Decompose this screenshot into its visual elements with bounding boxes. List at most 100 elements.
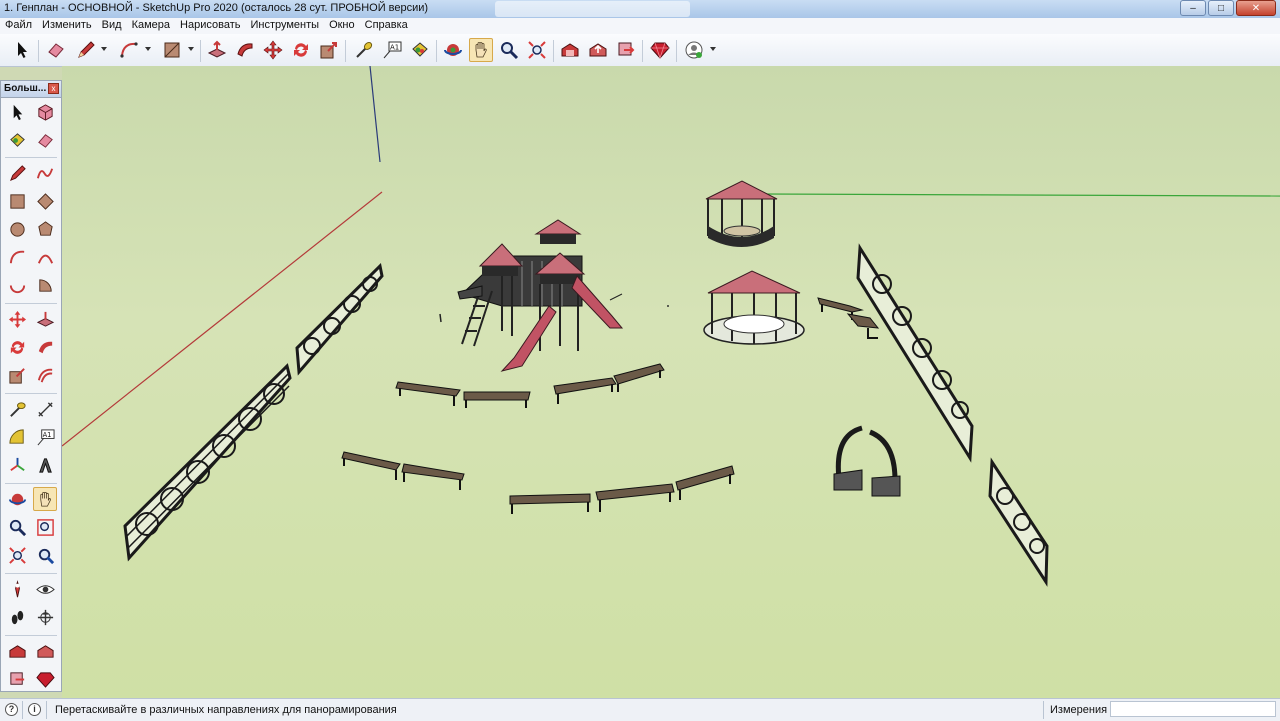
gazebo-large[interactable] — [703, 270, 805, 345]
bench-row1-d[interactable] — [613, 363, 665, 392]
eraser-tool-button[interactable] — [44, 38, 68, 62]
chevron-down-icon[interactable] — [145, 47, 151, 51]
bench-row1-b[interactable] — [463, 391, 531, 408]
tape-measure-tool-button[interactable] — [5, 397, 29, 421]
push-pull-tool-button[interactable] — [205, 38, 229, 62]
zoom-tool-button[interactable] — [497, 38, 521, 62]
menu-view[interactable]: Вид — [97, 18, 127, 34]
bench-row2-b[interactable] — [401, 463, 465, 490]
chevron-down-icon[interactable] — [188, 47, 194, 51]
tape-measure-tool-button[interactable] — [352, 38, 376, 62]
text-tool-button[interactable]: A1 — [33, 425, 57, 449]
arch-pergola[interactable] — [833, 425, 901, 497]
playground-complex[interactable] — [457, 219, 624, 372]
measurements-input[interactable] — [1110, 701, 1276, 717]
scale-tool-button[interactable] — [317, 38, 341, 62]
pan-tool-button[interactable] — [33, 487, 57, 511]
rotated-rectangle-tool-button[interactable] — [33, 189, 57, 213]
eraser-button[interactable] — [33, 128, 57, 152]
previous-view-tool-button[interactable] — [33, 543, 57, 567]
follow-me-tool-button[interactable] — [33, 335, 57, 359]
extension-warehouse-tool-button[interactable] — [614, 38, 638, 62]
look-around-tool-button[interactable] — [33, 577, 57, 601]
make-component-button[interactable] — [33, 100, 57, 124]
move-tool-button[interactable] — [261, 38, 285, 62]
paint-bucket-tool-button[interactable] — [408, 38, 432, 62]
orbit-tool-button[interactable] — [5, 487, 29, 511]
offset-tool-button[interactable] — [33, 363, 57, 387]
close-button[interactable]: ✕ — [1236, 0, 1276, 16]
menu-camera[interactable]: Камера — [127, 18, 175, 34]
zoom-window-tool-button[interactable] — [33, 515, 57, 539]
menu-draw[interactable]: Нарисовать — [175, 18, 245, 34]
select-tool-button[interactable] — [10, 38, 34, 62]
arc-tool-button[interactable] — [117, 38, 141, 62]
info-icon[interactable]: i — [28, 703, 41, 716]
geo-location-icon[interactable]: ? — [5, 703, 18, 716]
bench-row2-c[interactable] — [509, 493, 591, 514]
gazebo-small[interactable] — [705, 180, 778, 247]
scale-tool-button[interactable] — [5, 363, 29, 387]
palette-title-bar[interactable]: Больш... x — [1, 81, 61, 98]
maximize-button[interactable]: □ — [1208, 0, 1234, 16]
circle-tool-button[interactable] — [5, 217, 29, 241]
extension-warehouse-tool-button[interactable] — [5, 667, 29, 691]
fence-left-lower[interactable] — [123, 363, 292, 562]
bench-row2-e[interactable] — [675, 465, 735, 500]
bench-row2-a[interactable] — [341, 451, 401, 480]
polygon-tool-button[interactable] — [33, 217, 57, 241]
section-plane-tool-button[interactable] — [33, 605, 57, 629]
menu-edit[interactable]: Изменить — [37, 18, 97, 34]
ruby-tool-button[interactable] — [648, 38, 672, 62]
rotate-tool-button[interactable] — [5, 335, 29, 359]
pencil-tool-button[interactable] — [74, 38, 98, 62]
bench-row1-a[interactable] — [395, 381, 461, 406]
bench-row2-d[interactable] — [595, 483, 675, 512]
arc-tool-button[interactable] — [5, 245, 29, 269]
move-tool-button[interactable] — [5, 307, 29, 331]
freehand-tool-button[interactable] — [33, 161, 57, 185]
model-scene[interactable] — [62, 66, 1280, 698]
two-point-arc-tool-button[interactable] — [33, 245, 57, 269]
close-icon[interactable]: x — [48, 83, 59, 94]
zoom-extents-tool-button[interactable] — [5, 543, 29, 567]
pan-tool-button[interactable] — [469, 38, 493, 62]
warehouse-tool-button[interactable] — [5, 639, 29, 663]
three-point-arc-tool-button[interactable] — [5, 273, 29, 297]
menu-window[interactable]: Окно — [324, 18, 360, 34]
protractor-tool-button[interactable] — [5, 425, 29, 449]
text-tool-button[interactable]: A1 — [380, 38, 404, 62]
3d-text-tool-button[interactable] — [33, 453, 57, 477]
push-pull-tool-button[interactable] — [33, 307, 57, 331]
line-tool-button[interactable] — [5, 161, 29, 185]
menu-file[interactable]: Файл — [0, 18, 37, 34]
menu-tools[interactable]: Инструменты — [245, 18, 324, 34]
pie-tool-button[interactable] — [33, 273, 57, 297]
zoom-tool-button[interactable] — [5, 515, 29, 539]
position-camera-tool-button[interactable] — [5, 577, 29, 601]
share-model-tool-button[interactable] — [33, 639, 57, 663]
chevron-down-icon[interactable] — [710, 47, 716, 51]
rectangle-tool-button[interactable] — [160, 38, 184, 62]
dimension-tool-button[interactable] — [33, 397, 57, 421]
follow-me-tool-button[interactable] — [233, 38, 257, 62]
chevron-down-icon[interactable] — [101, 47, 107, 51]
orbit-tool-button[interactable] — [441, 38, 465, 62]
extension-manager-tool-button[interactable] — [33, 667, 57, 691]
select-tool-button[interactable] — [5, 100, 29, 124]
fence-right-upper[interactable] — [856, 243, 974, 463]
paint-bucket-button[interactable] — [5, 128, 29, 152]
axes-tool-button[interactable] — [5, 453, 29, 477]
drawing-viewport[interactable] — [62, 66, 1280, 698]
walk-tool-button[interactable] — [5, 605, 29, 629]
fence-right-lower[interactable] — [988, 457, 1049, 587]
bench-right-b[interactable] — [846, 313, 880, 339]
warehouse-tool-button[interactable] — [558, 38, 582, 62]
zoom-extents-tool-button[interactable] — [525, 38, 549, 62]
bench-row1-c[interactable] — [553, 377, 617, 404]
fence-left-upper[interactable] — [295, 262, 384, 376]
share-model-tool-button[interactable] — [586, 38, 610, 62]
rectangle-tool-button[interactable] — [5, 189, 29, 213]
account-tool-button[interactable] — [682, 38, 706, 62]
menu-help[interactable]: Справка — [360, 18, 413, 34]
